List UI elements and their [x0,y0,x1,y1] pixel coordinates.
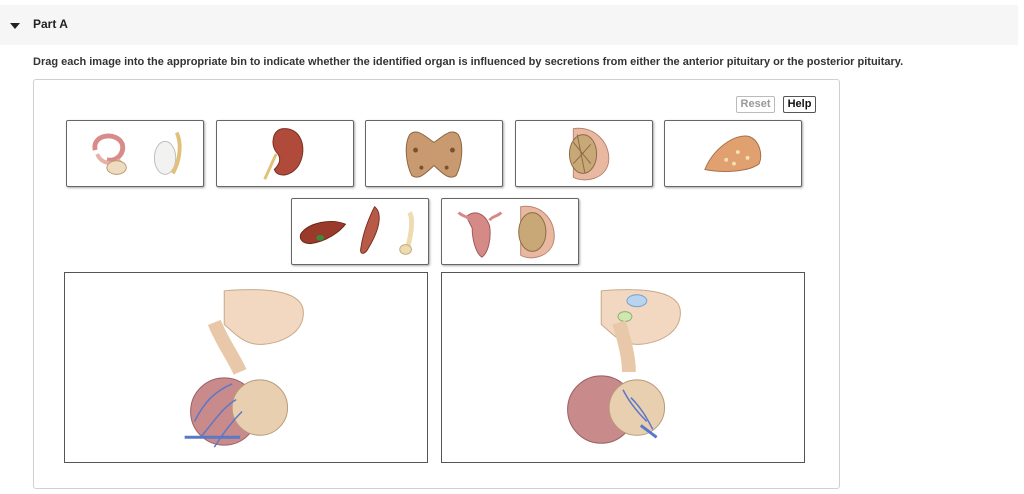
draggable-card-thyroid[interactable] [365,120,503,187]
kidney-icon [263,128,304,180]
anterior-pituitary-icon [184,289,304,448]
draggable-card-kidney[interactable] [216,120,354,187]
uterus-breast-icon [457,205,555,259]
ovary-testis-icon [92,131,182,175]
instructions-text: Drag each image into the appropriate bin… [33,56,904,68]
bin-anterior-pituitary[interactable] [64,272,428,463]
help-button[interactable]: Help [783,96,816,113]
breast-icon [568,127,610,181]
posterior-pituitary-icon [567,289,681,444]
part-a-header[interactable]: Part A [0,5,1018,45]
adrenal-cortex-icon [704,135,762,172]
reset-button[interactable]: Reset [736,96,775,113]
draggable-card-adrenal-cortex[interactable] [664,120,802,187]
bin-posterior-pituitary[interactable] [441,272,805,463]
collapse-caret-icon[interactable] [10,23,20,29]
liver-muscle-bone-icon [299,206,415,255]
draggable-card-ovary-testis[interactable] [66,120,204,187]
draggable-card-liver-muscle-bone[interactable] [291,198,429,265]
draggable-card-breast[interactable] [515,120,653,187]
draggable-card-uterus-breast[interactable] [441,198,579,265]
part-title: Part A [33,17,68,31]
thyroid-icon [405,131,463,178]
